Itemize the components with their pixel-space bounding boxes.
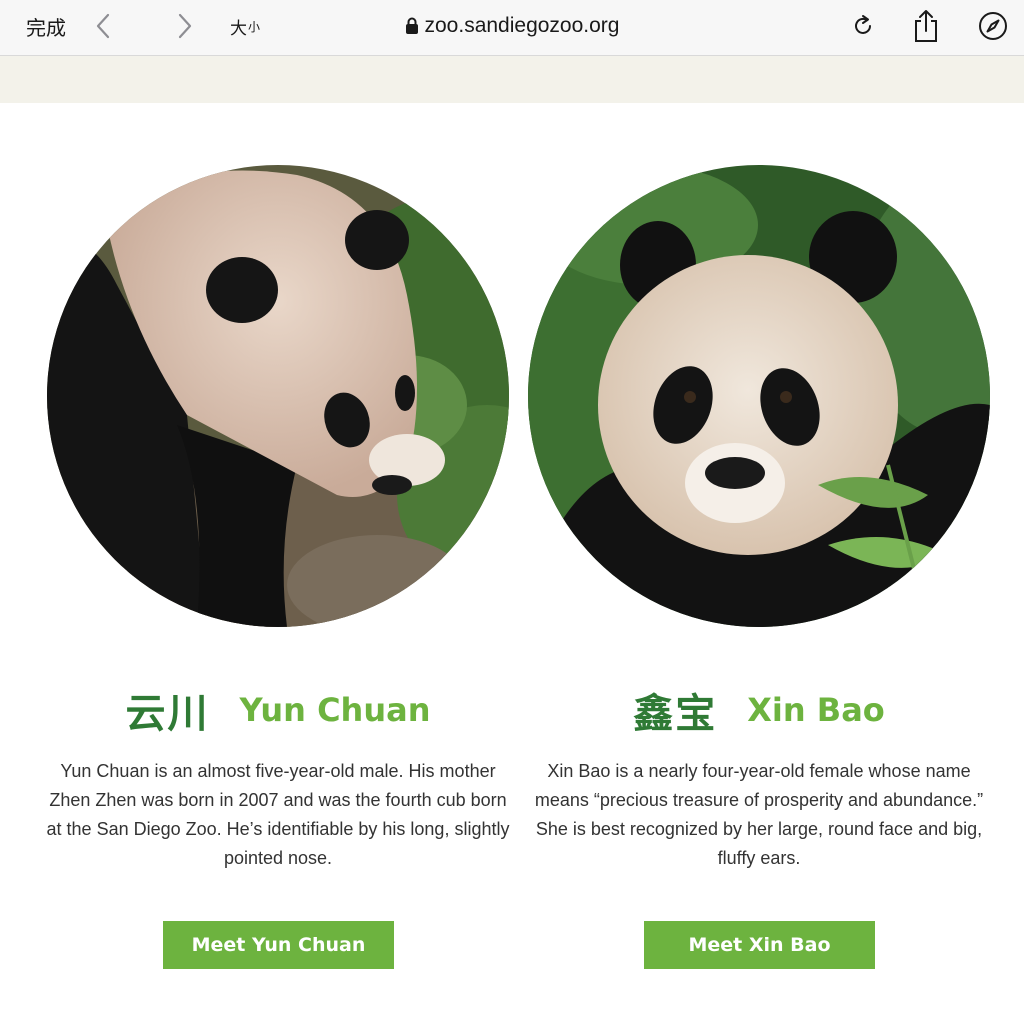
lock-icon (405, 17, 418, 34)
browser-toolbar: 完成 大小 zoo.sandiegozoo.org (0, 0, 1024, 56)
panda-chinese-name: 鑫宝 (633, 691, 718, 737)
panda-card-xin-bao: 鑫宝 Xin Bao Xin Bao is a nearly four-year… (519, 165, 999, 969)
panda-photo-yun-chuan (47, 165, 509, 627)
meet-xin-bao-button[interactable]: Meet Xin Bao (644, 921, 875, 969)
panda-name-row: 云川 Yun Chuan (38, 685, 518, 737)
panda-description: Yun Chuan is an almost five-year-old mal… (46, 761, 510, 868)
panda-english-name: Yun Chuan (239, 691, 431, 729)
done-button[interactable]: 完成 (26, 0, 66, 52)
panda-photo-xin-bao (528, 165, 990, 627)
reload-button[interactable] (850, 0, 876, 52)
panda-chinese-name: 云川 (125, 691, 210, 737)
chevron-right-icon (178, 13, 192, 39)
text-size-small-label: 小 (248, 19, 261, 34)
panda-english-name: Xin Bao (747, 691, 885, 729)
header-banner (0, 56, 1024, 103)
panda-name-row: 鑫宝 Xin Bao (519, 685, 999, 737)
panda-card-yun-chuan: 云川 Yun Chuan Yun Chuan is an almost five… (38, 165, 518, 969)
reload-icon (855, 15, 871, 34)
address-field[interactable]: zoo.sandiegozoo.org (405, 14, 620, 38)
meet-yun-chuan-button[interactable]: Meet Yun Chuan (163, 921, 394, 969)
compass-icon (979, 12, 1007, 40)
text-size-button[interactable]: 大小 (230, 0, 260, 52)
url-text: zoo.sandiegozoo.org (424, 14, 620, 37)
panda-description: Xin Bao is a nearly four-year-old female… (534, 761, 984, 868)
compass-button[interactable] (978, 0, 1008, 52)
chevron-left-icon (96, 13, 110, 39)
back-button[interactable] (92, 0, 116, 52)
forward-button[interactable] (172, 0, 196, 52)
share-icon (915, 10, 937, 42)
text-size-big-label: 大 (230, 18, 247, 38)
share-button[interactable] (912, 0, 940, 52)
